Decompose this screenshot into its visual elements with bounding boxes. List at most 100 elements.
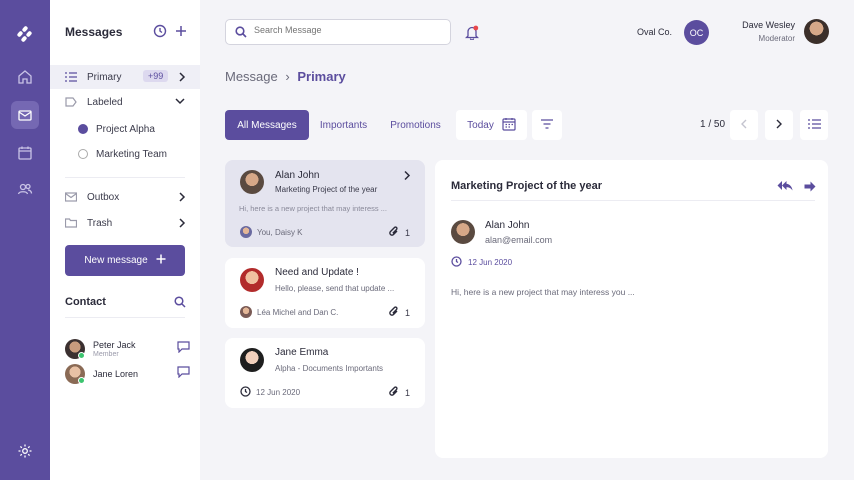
breadcrumb-separator-icon: › [285, 69, 290, 84]
tab-importants[interactable]: Importants [311, 110, 376, 140]
sidebar-item-project-alpha[interactable]: Project Alpha [50, 117, 200, 141]
reply-all-icon[interactable] [777, 180, 793, 195]
sidebar-item-primary[interactable]: Primary +99 [50, 65, 200, 89]
detail-date: 12 Jun 2020 [451, 256, 512, 269]
mail-icon[interactable] [11, 101, 39, 129]
sender-name: Alan John [275, 170, 320, 181]
avatar [240, 170, 264, 194]
add-icon[interactable] [174, 24, 188, 38]
divider [65, 177, 185, 178]
attachment-count: 1 [389, 226, 410, 240]
sidebar-item-trash[interactable]: Trash [50, 211, 200, 235]
chevron-down-icon [174, 96, 186, 109]
company-name: Oval Co. [637, 27, 673, 37]
chevron-right-icon [178, 191, 186, 206]
breadcrumb-current: Primary [297, 69, 346, 84]
app-logo-icon[interactable] [11, 20, 39, 48]
sidebar-item-labeled[interactable]: Labeled [50, 90, 200, 114]
detail-title: Marketing Project of the year [451, 180, 602, 192]
plus-icon [156, 254, 166, 267]
sidebar-title: Messages [65, 25, 123, 39]
chevron-right-icon [178, 71, 186, 86]
unread-badge: +99 [143, 70, 169, 82]
search-icon [235, 26, 247, 41]
message-card[interactable]: Need and Update ! Hello, please, send th… [225, 258, 425, 328]
chevron-right-icon[interactable] [403, 170, 411, 184]
user-avatar[interactable] [804, 19, 829, 44]
contact-title: Contact [65, 296, 106, 308]
tab-all-messages[interactable]: All Messages [225, 110, 309, 140]
message-footer: 12 Jun 2020 [240, 386, 300, 399]
home-icon[interactable] [11, 63, 39, 91]
paperclip-icon [389, 306, 399, 320]
radio-icon [78, 149, 88, 159]
label-icon [65, 97, 79, 107]
divider [65, 317, 185, 318]
sidebar-item-label: Outbox [87, 191, 120, 203]
message-subject: Hello, please, send that update ... [275, 284, 395, 293]
search-field[interactable] [225, 19, 451, 45]
search-input[interactable] [254, 25, 444, 35]
sender-avatar [451, 220, 475, 244]
sender-name: Jane Emma [275, 347, 329, 358]
sender-name: Need and Update ! [275, 267, 359, 278]
calendar-icon[interactable] [11, 139, 39, 167]
radio-selected-icon [78, 124, 88, 134]
chevron-right-icon [178, 217, 186, 232]
message-card[interactable]: Jane Emma Alpha - Documents Importants 1… [225, 338, 425, 408]
tab-promotions[interactable]: Promotions [382, 110, 449, 140]
sidebar-item-label: Primary [87, 71, 122, 83]
contact-name: Jane Loren [93, 369, 139, 379]
sidebar-item-label: Project Alpha [96, 123, 155, 135]
attachment-count-value: 1 [404, 388, 410, 398]
attachment-count-value: 1 [404, 308, 410, 318]
filter-button[interactable] [532, 110, 562, 140]
chat-icon[interactable] [177, 366, 190, 381]
sidebar-item-marketing-team[interactable]: Marketing Team [50, 142, 200, 166]
chat-icon[interactable] [177, 341, 190, 356]
breadcrumb: Message › Primary [225, 69, 346, 84]
settings-icon[interactable] [11, 437, 39, 465]
envelope-icon [65, 192, 79, 202]
contact-item[interactable]: Peter Jack Member [65, 339, 190, 363]
avatar [240, 226, 252, 238]
message-preview: Hi, here is a new project that may inter… [239, 204, 387, 213]
breadcrumb-root[interactable]: Message [225, 69, 278, 84]
paperclip-icon [389, 226, 399, 240]
messages-sidebar: Messages Primary +99 Labeled Project Alp… [50, 0, 200, 480]
detail-date-value: 12 Jun 2020 [468, 258, 513, 267]
message-footer: Léa Michel and Dan C. [240, 306, 338, 318]
attachment-count: 1 [389, 306, 410, 320]
history-icon[interactable] [153, 24, 167, 38]
pagination-label: 1 / 50 [699, 119, 726, 130]
new-message-button[interactable]: New message [65, 245, 185, 276]
chevron-left-icon [740, 119, 748, 132]
avatar [240, 348, 264, 372]
online-indicator [78, 352, 85, 359]
folder-icon [65, 218, 79, 228]
users-icon[interactable] [11, 175, 39, 203]
paperclip-icon [389, 386, 399, 400]
calendar-icon [502, 117, 516, 134]
new-message-label: New message [84, 255, 148, 266]
list-view-icon [807, 118, 821, 132]
prev-page-button[interactable] [730, 110, 758, 140]
contact-role: Member [93, 351, 119, 358]
avatar [240, 306, 252, 318]
contact-item[interactable]: Jane Loren [65, 364, 190, 388]
attachment-count: 1 [389, 386, 410, 400]
sidebar-item-outbox[interactable]: Outbox [50, 185, 200, 209]
contact-name: Peter Jack [93, 340, 136, 350]
next-page-button[interactable] [765, 110, 793, 140]
list-view-button[interactable] [800, 110, 828, 140]
notification-bell-icon[interactable] [464, 25, 480, 43]
search-contact-icon[interactable] [174, 296, 186, 311]
message-card[interactable]: Alan John Marketing Project of the year … [225, 160, 425, 247]
chevron-right-icon [775, 119, 783, 132]
list-icon [65, 72, 79, 82]
sender-name: Alan John [485, 220, 530, 231]
forward-icon[interactable] [804, 181, 816, 195]
date-filter-button[interactable]: Today [456, 110, 527, 140]
sidebar-item-label: Marketing Team [96, 148, 167, 160]
participants: Léa Michel and Dan C. [257, 307, 339, 317]
